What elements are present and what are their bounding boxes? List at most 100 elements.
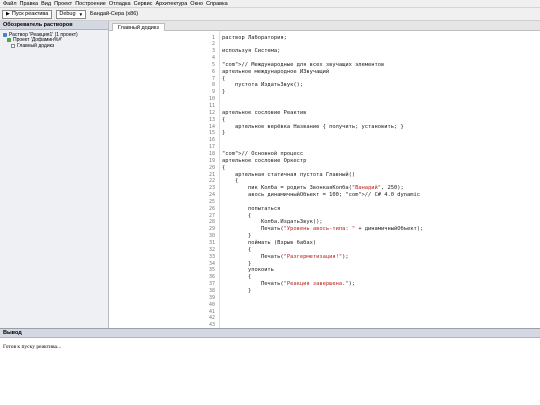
line-number: 39 [208,294,215,301]
code-token: "com">// Основной процесс [222,150,304,157]
line-number: 26 [208,205,215,212]
code-token: { [222,274,252,281]
code-line: артельное международное ИЗвучащий [222,69,329,75]
configuration-select[interactable]: Debug ▼ [56,9,87,19]
code-line: Печать("Уровень авось-типа: " + динамичн… [222,226,423,232]
menu-item[interactable]: Архитектура [155,1,187,7]
platform-label: Бандай-Сера (x86) [90,11,139,17]
line-number: 41 [208,308,215,315]
code-line: артельная статичная пустота Главный() [222,172,355,178]
run-button[interactable]: ▶ Пуск реактива [2,9,53,19]
line-number: 20 [208,164,215,171]
code-line: } [222,89,225,95]
code-line: поймать (Взрыв бабах) [222,240,316,246]
line-number: 18 [208,150,215,157]
line-number: 9 [211,89,215,96]
line-number: 4 [211,55,215,62]
tab-label: Главный додикз [118,24,159,31]
project-icon [7,38,11,43]
code-token: { [222,75,226,82]
line-number: 8 [211,82,215,89]
code-line: используя Система; [222,48,280,54]
line-number: 33 [208,253,215,260]
chevron-down-icon: ▼ [78,11,84,17]
code-token: Колба.ИздатьЗвук(); [222,219,323,226]
line-number: 15 [208,130,215,137]
menu-item[interactable]: Справка [206,1,228,7]
code-token: Печать( [222,281,284,288]
gutter-divider [219,31,220,328]
code-line: авось динамичныйОбъект = 100; "com">// C… [222,192,420,198]
line-number: 1 [211,34,215,41]
code-line: артельное сословие Реактив [222,110,306,116]
line-number: 21 [208,171,215,178]
code-token: артельная статичная пустота Главный() [222,171,356,178]
code-token: { [222,178,239,185]
code-token: + динамичныйОбъект); [355,226,424,233]
line-number: 28 [208,219,215,226]
code-line: пик Колба = родить ЗвонкаяКолба("Ванадий… [222,185,404,191]
code-token: } [222,89,226,96]
line-number: 32 [208,246,215,253]
line-number: 2 [211,41,215,48]
code-line: } [222,261,251,267]
menu-item[interactable]: Файл [3,1,17,7]
code-token: артельное международное ИЗвучащий [222,68,330,75]
code-token: } [222,233,252,240]
menu-item[interactable]: Сервис [134,1,153,7]
menu-bar: Файл Правка Вид Проект Построение Отладка Серв… [0,0,540,8]
line-number: 10 [208,96,215,103]
code-line: попытаться [222,206,280,212]
code-token: авось динамичныйОбъект = 100; "com">// C… [222,192,420,199]
code-token: используя Система; [222,48,281,55]
code-line: { [222,165,225,171]
toolbar: ▶ Пуск реактива Debug ▼ Бандай-Сера (x86… [0,8,540,21]
code-line: } [222,288,251,294]
code-line: { [222,117,225,123]
menu-item[interactable]: Правка [20,1,39,7]
tree-item-label: Главный додикз [17,42,55,49]
code-token: { [222,246,252,253]
menu-item[interactable]: Вид [41,1,51,7]
menu-item[interactable]: Проект [54,1,72,7]
line-number: 37 [208,281,215,288]
code-token: раствор Лаборатория; [222,34,287,41]
line-number: 13 [208,116,215,123]
menu-item[interactable]: Окно [190,1,203,7]
code-line: артельное верёвка Название { получить; у… [222,124,404,130]
menu-item[interactable]: Построение [75,1,106,7]
tab-main-file[interactable]: Главный додикз [112,23,165,31]
run-button-label: Пуск реактива [11,11,49,17]
code-line: { [222,247,251,253]
code-line: "com">// Международные для всех звучащих… [222,62,384,68]
code-token: } [222,130,226,137]
line-number: 31 [208,240,215,246]
tree-item-file[interactable]: Главный додикз [0,43,108,49]
line-number: 22 [208,178,215,185]
line-number: 6 [211,68,215,75]
code-token: Печать( [222,253,284,260]
configuration-value: Debug [59,11,76,17]
menu-item[interactable]: Отладка [109,1,131,7]
code-token: { [222,212,252,219]
line-number: 34 [208,260,215,267]
code-token: упокоить [222,267,274,274]
line-number: 38 [208,287,215,294]
code-token: , 250); [381,185,404,192]
code-line: Печать("Реакция завершена."); [222,281,355,287]
play-icon: ▶ [6,11,10,17]
line-number: 42 [208,315,215,322]
line-number: 25 [208,198,215,205]
code-token: { [222,116,226,123]
line-number: 14 [208,123,215,130]
code-token: артельное сословие Оркестр [222,157,307,164]
code-line: { [222,178,238,184]
code-line: { [222,213,251,219]
code-editor[interactable]: 1 2 3 4 5 6 7 8 9 10 11 12 13 14 15 16 17 18 19 20 21 22 23 24 2… [109,31,540,328]
string-literal: "Ванадий" [351,185,382,192]
code-line: { [222,76,225,82]
line-number: 35 [208,267,215,274]
line-number: 30 [208,233,215,240]
code-line: раствор Лаборатория; [222,35,287,41]
code-token: ); [348,281,356,288]
